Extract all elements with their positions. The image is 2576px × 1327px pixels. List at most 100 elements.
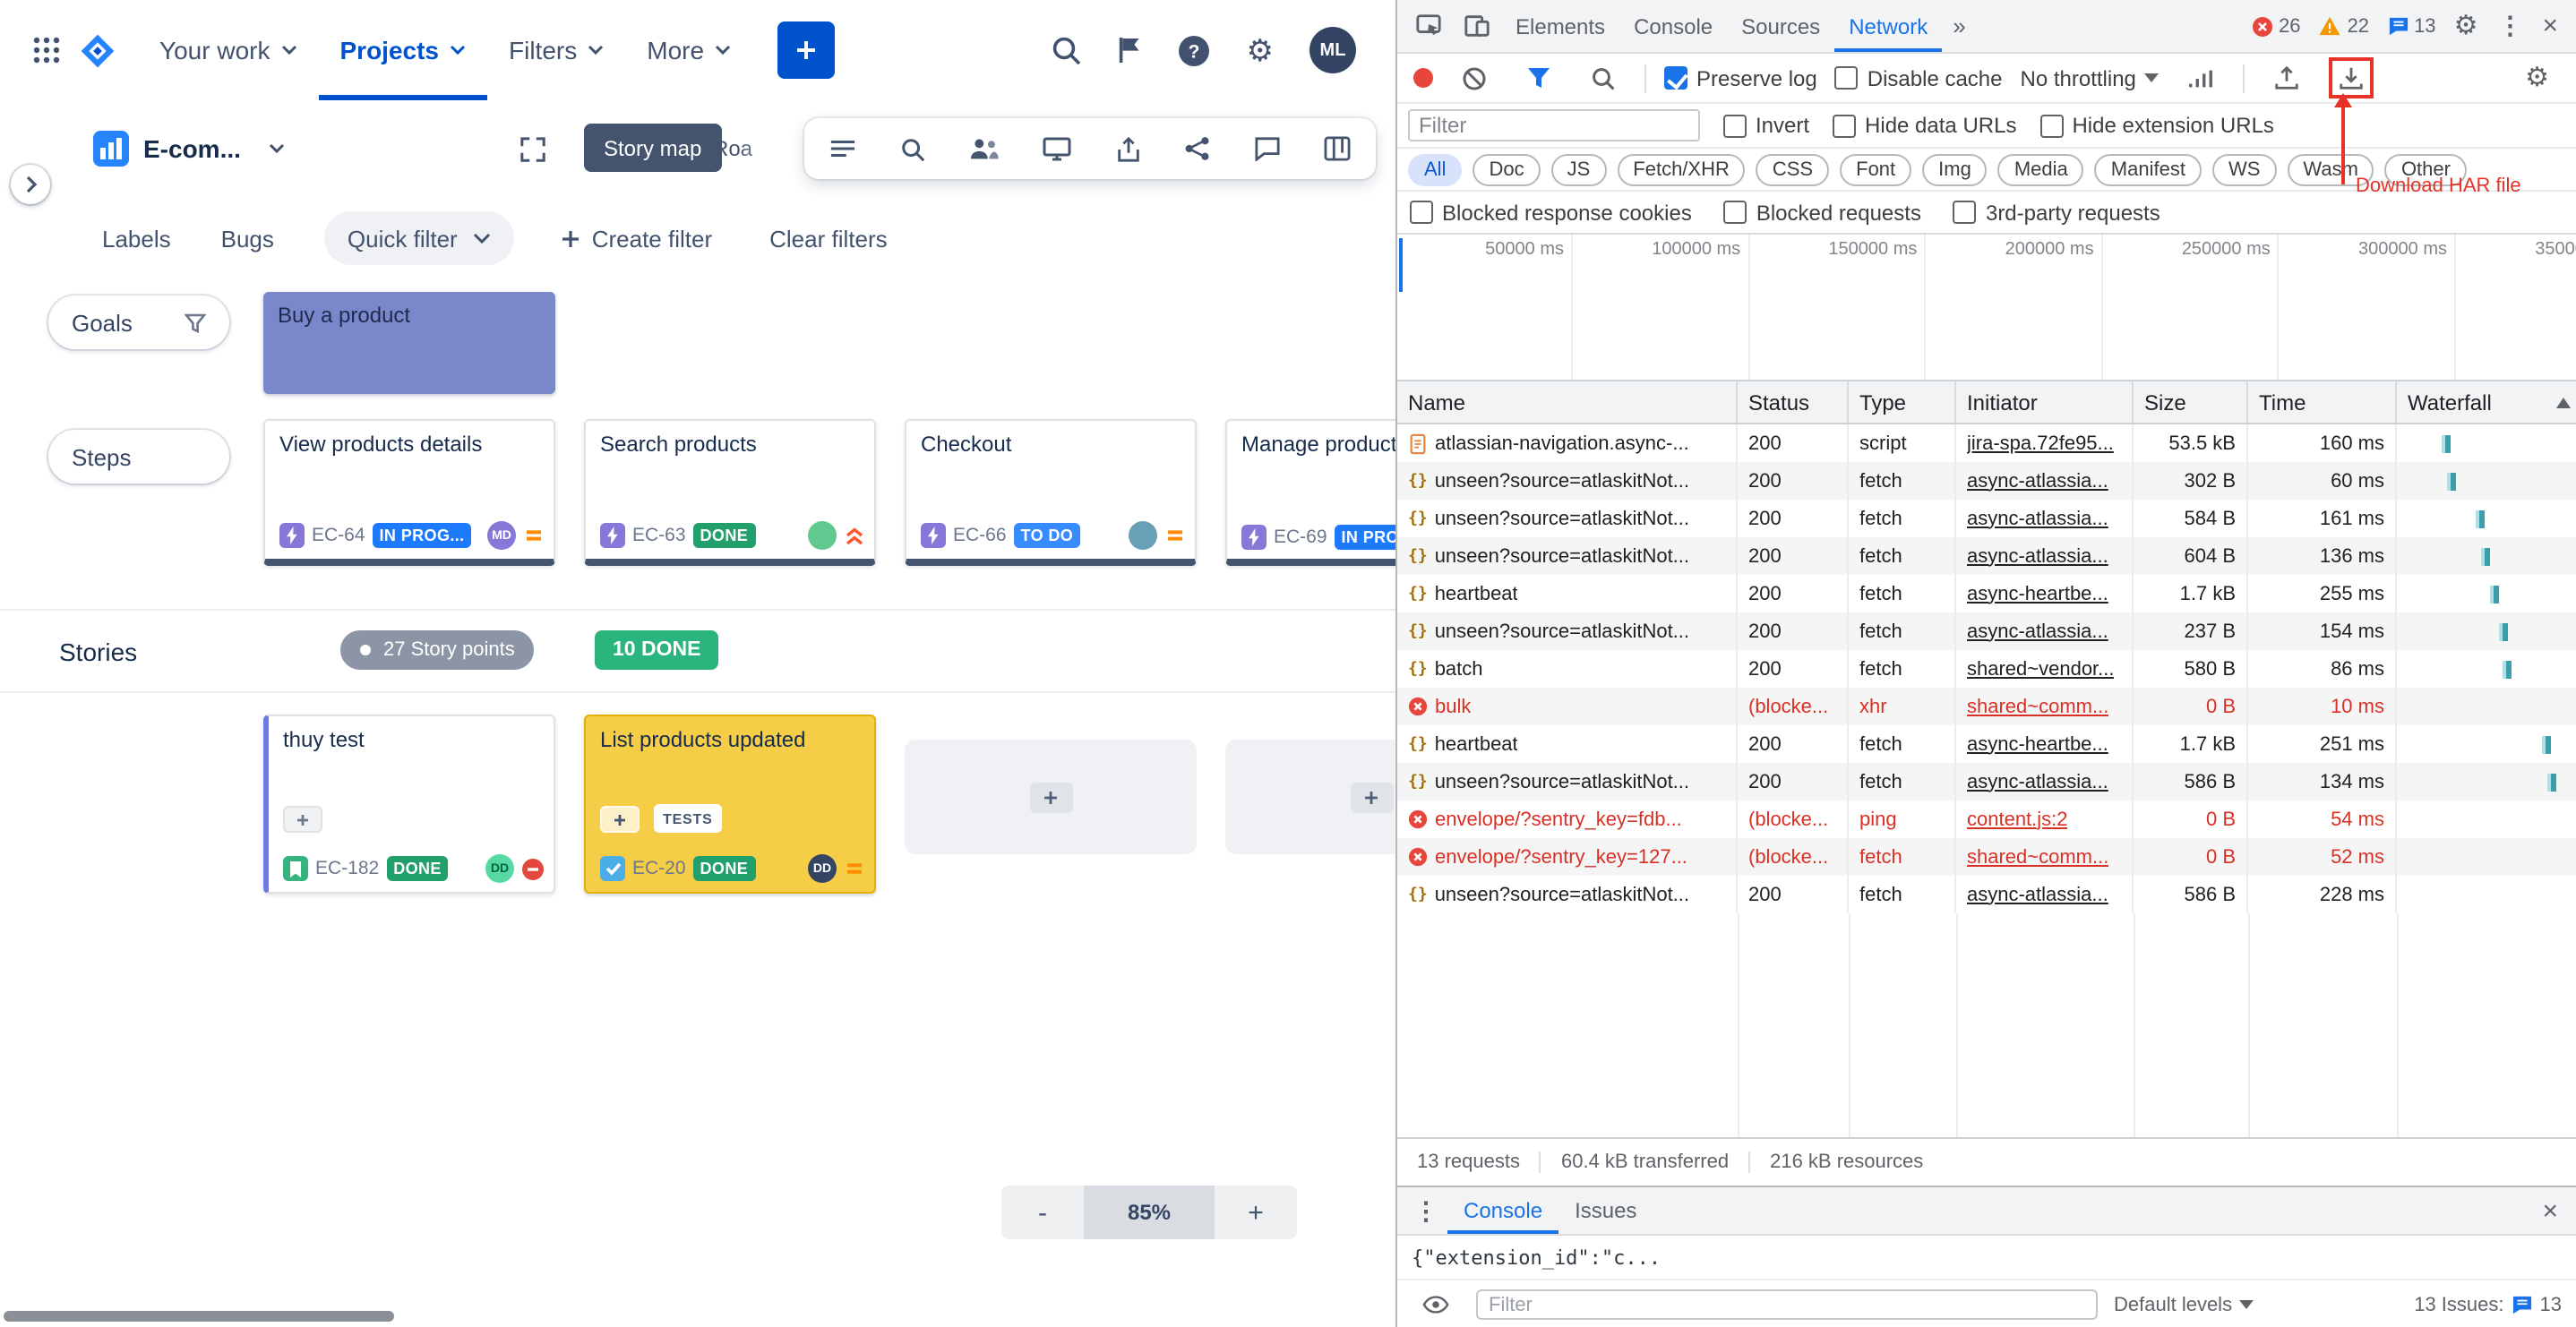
assignee-avatar[interactable] [1129, 521, 1157, 550]
checkbox-icon[interactable] [1724, 201, 1747, 224]
story-card-yellow[interactable]: List products updated TESTS EC-20 DONE D… [584, 715, 876, 894]
label-chip[interactable]: TESTS [654, 804, 722, 833]
initiator-link[interactable]: shared~vendor... [1967, 658, 2115, 680]
issues-summary[interactable]: 13 Issues: 13 [2414, 1294, 2562, 1315]
initiator-link[interactable]: async-atlassia... [1967, 545, 2108, 567]
chevron-down-icon[interactable] [269, 143, 285, 154]
bugs-filter[interactable]: Bugs [221, 225, 274, 252]
monitor-icon[interactable] [1043, 136, 1072, 161]
search-icon[interactable] [1580, 65, 1627, 90]
add-button[interactable] [600, 806, 640, 833]
network-request-row[interactable]: {}unseen?source=atlaskitNot...200fetchas… [1397, 500, 2576, 537]
issue-key[interactable]: EC-20 [632, 858, 686, 879]
initiator-link[interactable]: async-atlassia... [1967, 470, 2108, 492]
help-icon[interactable]: ? [1177, 33, 1211, 67]
checkbox-icon[interactable] [1953, 201, 1977, 224]
nav-item-filters[interactable]: Filters [487, 0, 625, 100]
fullscreen-icon[interactable] [519, 136, 546, 163]
drawer-menu-icon[interactable]: ⋮ [1404, 1195, 1447, 1226]
checkbox-icon[interactable] [1835, 66, 1859, 90]
device-toolbar-icon[interactable] [1453, 13, 1501, 39]
initiator-link[interactable]: async-atlassia... [1967, 884, 2108, 905]
disable-cache-checkbox[interactable]: Disable cache [1835, 65, 2003, 90]
devtools-close-icon[interactable]: × [2531, 11, 2569, 41]
download-har-icon[interactable] [2339, 64, 2366, 91]
share-icon[interactable] [1183, 136, 1210, 161]
nav-item-projects[interactable]: Projects [319, 0, 488, 100]
network-request-row[interactable]: envelope/?sentry_key=127...(blocke...fet… [1397, 838, 2576, 876]
step-card[interactable]: Search productsEC-63DONE [584, 419, 876, 566]
jira-logo-icon[interactable] [72, 31, 124, 69]
network-request-row[interactable]: {}unseen?source=atlaskitNot...200fetchas… [1397, 462, 2576, 500]
nav-item-your-work[interactable]: Your work [138, 0, 319, 100]
drawer-tab-console[interactable]: Console [1447, 1187, 1558, 1234]
story-card[interactable]: thuy test EC-182 DONE DD [263, 715, 555, 894]
network-request-row[interactable]: {}unseen?source=atlaskitNot...200fetchas… [1397, 876, 2576, 913]
filter-chip-media[interactable]: Media [1998, 153, 2084, 185]
steps-pill[interactable]: Steps [48, 430, 229, 484]
filter-chip-font[interactable]: Font [1840, 153, 1911, 185]
filter-chip-js[interactable]: JS [1551, 153, 1607, 185]
filter-funnel-icon[interactable] [1516, 66, 1562, 90]
tab-console[interactable]: Console [1619, 0, 1727, 52]
export-icon[interactable] [1115, 135, 1140, 162]
eye-icon[interactable] [1412, 1295, 1460, 1314]
clear-filters-button[interactable]: Clear filters [769, 225, 888, 252]
column-header-time[interactable]: Time [2248, 381, 2397, 423]
devtools-menu-icon[interactable]: ⋮ [2488, 11, 2531, 41]
network-request-row[interactable]: {}unseen?source=atlaskitNot...200fetchas… [1397, 612, 2576, 650]
add-card-button[interactable] [1350, 782, 1393, 812]
column-header-type[interactable]: Type [1849, 381, 1956, 423]
network-overview-timeline[interactable]: 50000 ms100000 ms150000 ms200000 ms25000… [1397, 235, 2576, 381]
tab-elements[interactable]: Elements [1501, 0, 1619, 52]
tab-sources[interactable]: Sources [1727, 0, 1834, 52]
hide-extension-urls-checkbox[interactable]: Hide extension URLs [2039, 113, 2273, 138]
search-icon[interactable] [1050, 34, 1082, 66]
network-filter-input[interactable] [1408, 109, 1700, 141]
errors-badge[interactable]: 26 [2245, 15, 2308, 37]
issue-key[interactable]: EC-66 [953, 525, 1007, 546]
goals-pill[interactable]: Goals [48, 295, 229, 349]
drawer-tab-issues[interactable]: Issues [1558, 1187, 1653, 1234]
column-header-status[interactable]: Status [1738, 381, 1849, 423]
clear-button[interactable] [1451, 65, 1498, 90]
add-card-button[interactable] [1029, 782, 1072, 812]
record-button[interactable] [1413, 68, 1433, 88]
filter-chip-doc[interactable]: Doc [1473, 153, 1540, 185]
blocked-requests-checkbox[interactable]: Blocked requests [1724, 200, 1921, 225]
user-avatar[interactable]: ML [1309, 27, 1356, 73]
warnings-badge[interactable]: 22 [2312, 15, 2377, 37]
initiator-link[interactable]: shared~comm... [1967, 846, 2108, 868]
third-party-checkbox[interactable]: 3rd-party requests [1953, 200, 2160, 225]
network-request-row[interactable]: {}heartbeat200fetchasync-heartbe...1.7 k… [1397, 725, 2576, 763]
console-filter-input[interactable] [1476, 1289, 2098, 1320]
app-switcher-icon[interactable] [21, 36, 72, 64]
horizontal-scrollbar[interactable] [4, 1311, 394, 1322]
sidebar-expand-button[interactable] [11, 165, 50, 204]
quick-filter-button[interactable]: Quick filter [324, 211, 515, 265]
assignee-avatar[interactable]: MD [487, 521, 516, 550]
zoom-in-button[interactable]: + [1215, 1186, 1297, 1239]
project-name[interactable]: E-com... [143, 134, 241, 163]
assignee-avatar[interactable] [808, 521, 837, 550]
filter-chip-ws[interactable]: WS [2212, 153, 2276, 185]
network-request-row[interactable]: atlassian-navigation.async-...200scriptj… [1397, 424, 2576, 462]
labels-filter[interactable]: Labels [102, 225, 171, 252]
zoom-out-button[interactable]: - [1001, 1186, 1084, 1239]
comment-icon[interactable] [1254, 136, 1281, 161]
checkbox-icon[interactable] [1410, 201, 1433, 224]
step-card[interactable]: CheckoutEC-66TO DO [905, 419, 1197, 566]
more-tabs-icon[interactable]: » [1942, 13, 1976, 39]
filter-chip-all[interactable]: All [1408, 153, 1462, 185]
create-button[interactable] [777, 21, 835, 79]
log-levels-select[interactable]: Default levels [2114, 1294, 2254, 1315]
checkbox-icon[interactable] [1723, 114, 1747, 137]
network-request-row[interactable]: {}unseen?source=atlaskitNot...200fetchas… [1397, 763, 2576, 800]
board-icon[interactable] [1324, 136, 1351, 161]
issue-key[interactable]: EC-69 [1274, 527, 1327, 548]
checkbox-checked-icon[interactable] [1664, 66, 1687, 90]
goal-card[interactable]: Buy a product [263, 292, 555, 394]
issues-badge[interactable]: 13 [2380, 15, 2443, 37]
create-filter-button[interactable]: Create filter [562, 225, 712, 252]
add-button[interactable] [283, 806, 322, 833]
